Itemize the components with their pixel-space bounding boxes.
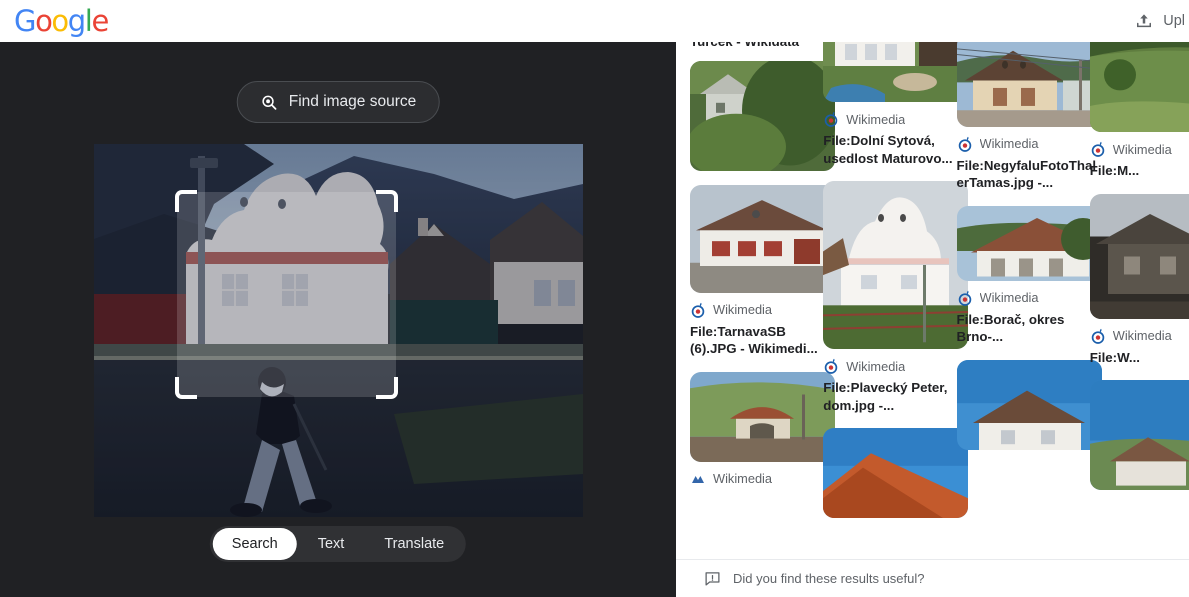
thumbnail-graphic [1089, 193, 1189, 319]
logo-letter: e [91, 3, 109, 38]
result-card[interactable] [1089, 380, 1189, 491]
thumbnail-graphic [956, 359, 1102, 450]
top-bar: Google Upl [0, 0, 1189, 42]
lens-app: Google Upl Find image source Search Text… [0, 0, 1189, 597]
wikimedia-icon [958, 290, 971, 306]
mode-tabs: Search Text Translate [209, 526, 467, 562]
result-card[interactable]: Wikimedia File:Plavecký Peter, dom.jpg -.… [823, 181, 969, 414]
result-card[interactable]: Wikimedia File:Borač, okres Brno-... [956, 205, 1102, 346]
thumbnail-graphic [823, 428, 969, 519]
result-title[interactable]: File:NegyfaluFotoThalerTamas.jpg -... [957, 157, 1102, 192]
result-thumbnail[interactable] [1089, 380, 1189, 491]
thumbnail-graphic [823, 181, 969, 350]
find-image-source-button[interactable]: Find image source [236, 81, 440, 123]
result-title[interactable]: File:W... [1090, 349, 1189, 367]
feedback-icon [705, 572, 720, 586]
thumbnail-graphic [690, 60, 835, 171]
result-title[interactable]: File:Borač, okres Brno-... [957, 311, 1102, 346]
thumbnail-graphic [1089, 42, 1189, 132]
result-source-name: Wikimedia [713, 302, 773, 318]
results-panel[interactable]: wikidata.orgTurček - Wikidata Wikimedia F… [676, 42, 1189, 597]
upload-icon [1137, 14, 1152, 28]
result-card[interactable]: Wikimedia File:Dolní Sytová, usedlost Mat… [823, 42, 969, 167]
lens-search-icon [262, 95, 277, 110]
upload-button[interactable]: Upl [1124, 7, 1189, 35]
result-source-row: Wikimedia [957, 290, 1102, 306]
wikimedia-icon [824, 111, 838, 127]
result-thumbnail[interactable] [823, 181, 969, 350]
result-card[interactable] [823, 428, 969, 519]
result-card[interactable]: Wikimedia File:W... [1089, 193, 1189, 367]
result-source-name: Wikimedia [846, 358, 906, 374]
result-card[interactable]: wikidata.orgTurček - Wikidata [690, 42, 835, 171]
result-source-name: Wikimedia [1112, 328, 1172, 344]
mode-tab-text[interactable]: Text [299, 528, 364, 560]
logo-letter: o [51, 3, 69, 38]
result-thumbnail[interactable] [956, 359, 1102, 450]
find-image-source-label: Find image source [288, 93, 417, 110]
result-thumbnail[interactable] [690, 371, 835, 462]
result-source-row: Wikimedia [690, 471, 835, 487]
thumbnail-graphic [690, 371, 835, 462]
result-card[interactable] [956, 359, 1102, 450]
thumbnail-graphic [1089, 380, 1189, 491]
result-source-row: Wikimedia [690, 302, 835, 318]
result-source-row: Wikimedia [957, 136, 1102, 152]
wikimedia-icon [1091, 328, 1105, 344]
result-thumbnail[interactable] [956, 205, 1102, 281]
image-viewer: Find image source Search Text Translate [0, 42, 676, 597]
source-image [94, 144, 583, 517]
result-source-row: Wikimedia [823, 358, 968, 374]
result-source-name: Wikimedia [979, 136, 1039, 152]
thumbnail-graphic [956, 42, 1102, 127]
logo-letter: G [14, 3, 36, 38]
result-title[interactable]: File:Dolní Sytová, usedlost Maturovo... [823, 132, 968, 167]
mode-tab-search[interactable]: Search [212, 528, 297, 560]
result-thumbnail[interactable] [823, 42, 969, 102]
result-title[interactable]: File:M... [1090, 162, 1189, 180]
result-source-name: Wikimedia [713, 471, 773, 487]
mode-tab-translate[interactable]: Translate [365, 528, 463, 560]
google-logo[interactable]: Google [14, 3, 109, 38]
wikimedia-icon [691, 302, 705, 318]
result-source-name: Wikimedia [979, 290, 1039, 306]
wikimedia-commons-icon [692, 475, 704, 483]
result-card[interactable]: Wikimedia File:M... [1089, 42, 1189, 180]
logo-letter: o [35, 3, 53, 38]
result-title[interactable]: File:Plavecký Peter, dom.jpg -... [823, 379, 968, 414]
results-footer: Did you find these results useful? [676, 559, 1189, 597]
result-card[interactable]: Wikimedia File:NegyfaluFotoThalerTamas.jp… [956, 42, 1102, 192]
feedback-label[interactable]: Did you find these results useful? [733, 571, 925, 586]
thumbnail-graphic [823, 42, 969, 102]
result-title[interactable]: Turček - Wikidata [690, 42, 835, 51]
result-source-row: Wikimedia [823, 111, 968, 127]
wikimedia-icon [958, 136, 971, 152]
result-thumbnail[interactable] [823, 428, 969, 519]
result-thumbnail[interactable] [690, 184, 835, 293]
result-source-row: Wikimedia [1090, 141, 1189, 157]
result-source-row: Wikimedia [1090, 328, 1189, 344]
wikimedia-icon [824, 358, 838, 374]
result-source-name: Wikimedia [846, 111, 906, 127]
result-card[interactable]: Wikimedia [690, 371, 835, 487]
result-title[interactable]: File:TarnavaSB (6).JPG - Wikimedi... [690, 323, 835, 358]
source-image-graphic [94, 144, 583, 517]
result-thumbnail[interactable] [956, 42, 1102, 127]
result-card[interactable]: Wikimedia File:TarnavaSB (6).JPG - Wikime… [690, 184, 835, 358]
source-image-container[interactable] [94, 144, 583, 517]
results-grid: wikidata.orgTurček - Wikidata Wikimedia F… [690, 42, 1189, 562]
thumbnail-graphic [956, 205, 1102, 281]
result-thumbnail[interactable] [1089, 42, 1189, 132]
result-thumbnail[interactable] [1089, 193, 1189, 319]
result-thumbnail[interactable] [690, 60, 835, 171]
upload-label: Upl [1163, 13, 1185, 29]
thumbnail-graphic [690, 184, 835, 293]
logo-letter: g [67, 3, 86, 38]
wikimedia-icon [1091, 141, 1105, 157]
result-source-name: Wikimedia [1112, 141, 1172, 157]
